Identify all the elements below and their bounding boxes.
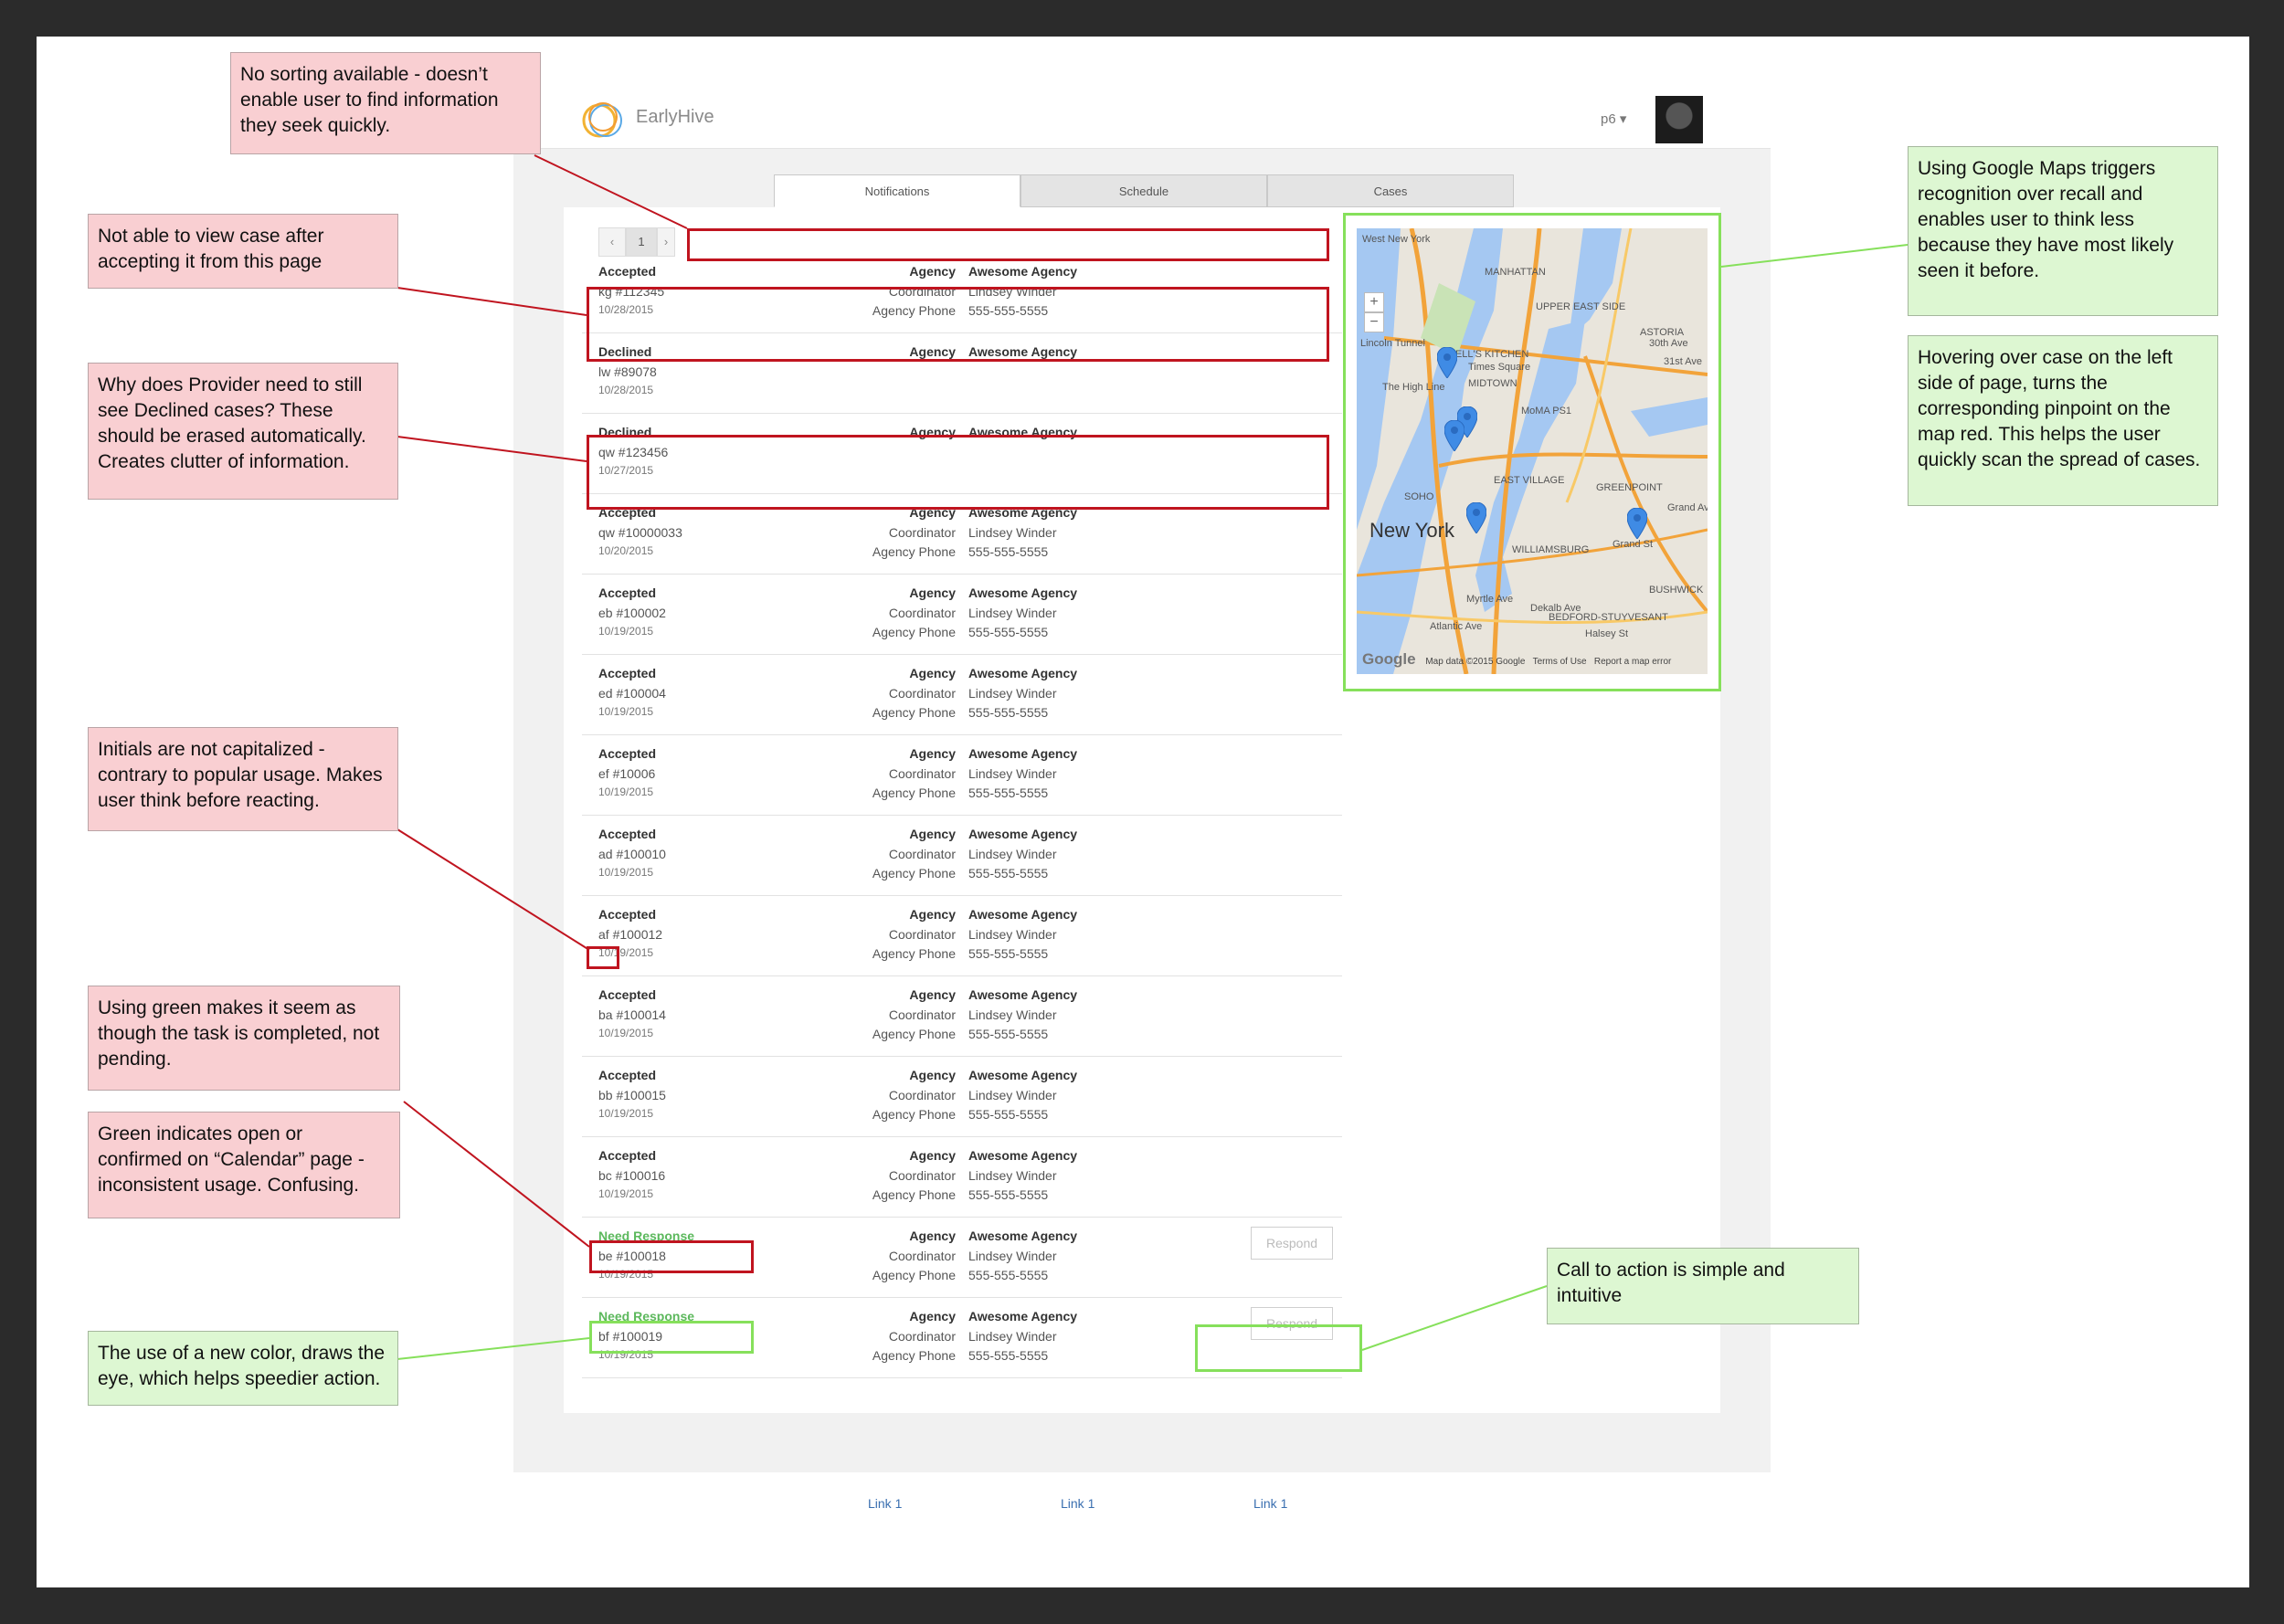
note-green-calendar: Green indicates open or confirmed on “Ca… <box>88 1112 400 1218</box>
note-no-sorting: No sorting available - doesn’t enable us… <box>230 52 541 154</box>
note-view-case: Not able to view case after accepting it… <box>88 214 398 289</box>
note-green-pending: Using green makes it seem as though the … <box>88 986 400 1091</box>
note-call-to-action: Call to action is simple and intuitive <box>1547 1248 1859 1324</box>
note-hover-pin: Hovering over case on the left side of p… <box>1908 335 2218 506</box>
note-new-color: The use of a new color, draws the eye, w… <box>88 1331 398 1406</box>
note-declined-cases: Why does Provider need to still see Decl… <box>88 363 398 500</box>
note-google-maps: Using Google Maps triggers recognition o… <box>1908 146 2218 316</box>
note-initials: Initials are not capitalized - contrary … <box>88 727 398 831</box>
